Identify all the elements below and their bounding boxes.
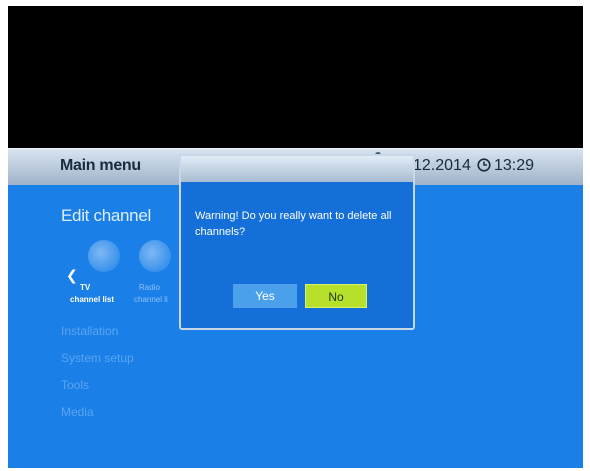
date-display: 12.2014 [413,157,471,174]
warning-dialog: Warning! Do you really want to delete al… [179,154,415,330]
menu-item-installation[interactable]: Installation [61,324,118,338]
submenu-radio-channel-list[interactable]: channel li [134,295,178,304]
page-title: Main menu [60,157,141,174]
chevron-left-icon[interactable]: ❮ [66,267,78,284]
tv-screen: Main menu 12.2014 13:29 Edit channel ❮ T… [8,6,583,468]
dialog-message: Warning! Do you really want to delete al… [195,210,392,238]
submenu-radio-name: Radio [139,283,160,292]
dialog-title-bar [181,156,413,182]
menu-item-system-setup[interactable]: System setup [61,351,134,365]
yes-button[interactable]: Yes [233,284,297,308]
no-button[interactable]: No [305,284,367,308]
time-display: 13:29 [494,157,535,174]
radio-channel-icon[interactable] [139,240,171,272]
clock-icon [477,158,491,172]
menu-item-media[interactable]: Media [61,405,94,419]
menu-item-tools[interactable]: Tools [61,378,89,392]
tv-channel-icon[interactable] [88,240,120,272]
menu-item-edit-channel[interactable]: Edit channel [61,206,151,226]
submenu-tv-channel-list[interactable]: channel list [70,295,114,304]
submenu-tv-name: TV [80,283,91,292]
